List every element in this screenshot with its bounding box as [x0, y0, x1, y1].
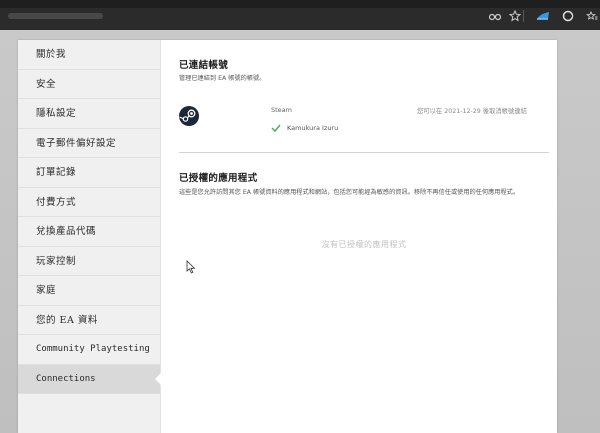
sidebar-item-player-controls[interactable]: 玩家控制 [18, 247, 160, 276]
sidebar-item-your-ea-data[interactable]: 您的 EA 資料 [18, 306, 160, 335]
linked-username: Kamukura Izuru [287, 124, 339, 132]
sidebar-item-email-preferences[interactable]: 電子郵件偏好設定 [18, 129, 160, 158]
check-icon [271, 124, 281, 132]
favorite-star-icon[interactable] [508, 9, 522, 23]
authorized-apps-description: 這些是您允許訪問其您 EA 帳號資料的應用程式和網站，包括您可能經為敏感的資訊。… [179, 189, 520, 196]
browser-toolbar [0, 0, 600, 30]
steam-logo-icon [179, 106, 199, 126]
sidebar-item-security[interactable]: 安全 [18, 70, 160, 99]
extension-icon[interactable] [561, 9, 575, 23]
sidebar-item-family[interactable]: 家庭 [18, 276, 160, 306]
toolbar-separator [523, 10, 524, 22]
sidebar-item-connections[interactable]: Connections [18, 364, 161, 394]
address-bar[interactable] [8, 13, 103, 19]
empty-state-message: 沒有已授權的應用程式 [321, 240, 407, 249]
reader-mode-icon[interactable] [488, 9, 502, 23]
settings-sidebar: 關於我 安全 隱私設定 電子郵件偏好設定 訂單記錄 付費方式 兌換產品代碼 玩家… [18, 40, 161, 433]
sidebar-item-order-history[interactable]: 訂單記錄 [18, 158, 160, 188]
sidebar-item-redeem-code[interactable]: 兌換產品代碼 [18, 217, 160, 247]
sidebar-item-about-me[interactable]: 關於我 [18, 40, 160, 70]
sidebar-item-community-playtesting[interactable]: Community Playtesting [18, 335, 160, 365]
authorized-apps-title: 已授權的應用程式 [179, 173, 258, 184]
linked-accounts-description: 管理已連結到 EA 帳號的帳號。 [179, 75, 266, 82]
linked-accounts-title: 已連結帳號 [179, 60, 229, 71]
edge-collections-icon[interactable] [536, 9, 550, 23]
page-background: 關於我 安全 隱私設定 電子郵件偏好設定 訂單記錄 付費方式 兌換產品代碼 玩家… [0, 30, 600, 433]
mouse-cursor-icon [186, 260, 196, 274]
connections-panel: 已連結帳號 管理已連結到 EA 帳號的帳號。 Steam 您可以在 2021-1… [179, 40, 549, 433]
disconnect-note: 您可以在 2021-12-29 後取消帳號連結 [417, 108, 527, 115]
tab-strip [0, 0, 600, 8]
sidebar-item-payment-methods[interactable]: 付費方式 [18, 188, 160, 217]
favorites-bar-icon[interactable] [585, 9, 599, 23]
account-settings-card: 關於我 安全 隱私設定 電子郵件偏好設定 訂單記錄 付費方式 兌換產品代碼 玩家… [18, 40, 557, 433]
sidebar-item-privacy[interactable]: 隱私設定 [18, 99, 160, 129]
section-divider [179, 152, 549, 153]
service-name: Steam [271, 106, 292, 114]
